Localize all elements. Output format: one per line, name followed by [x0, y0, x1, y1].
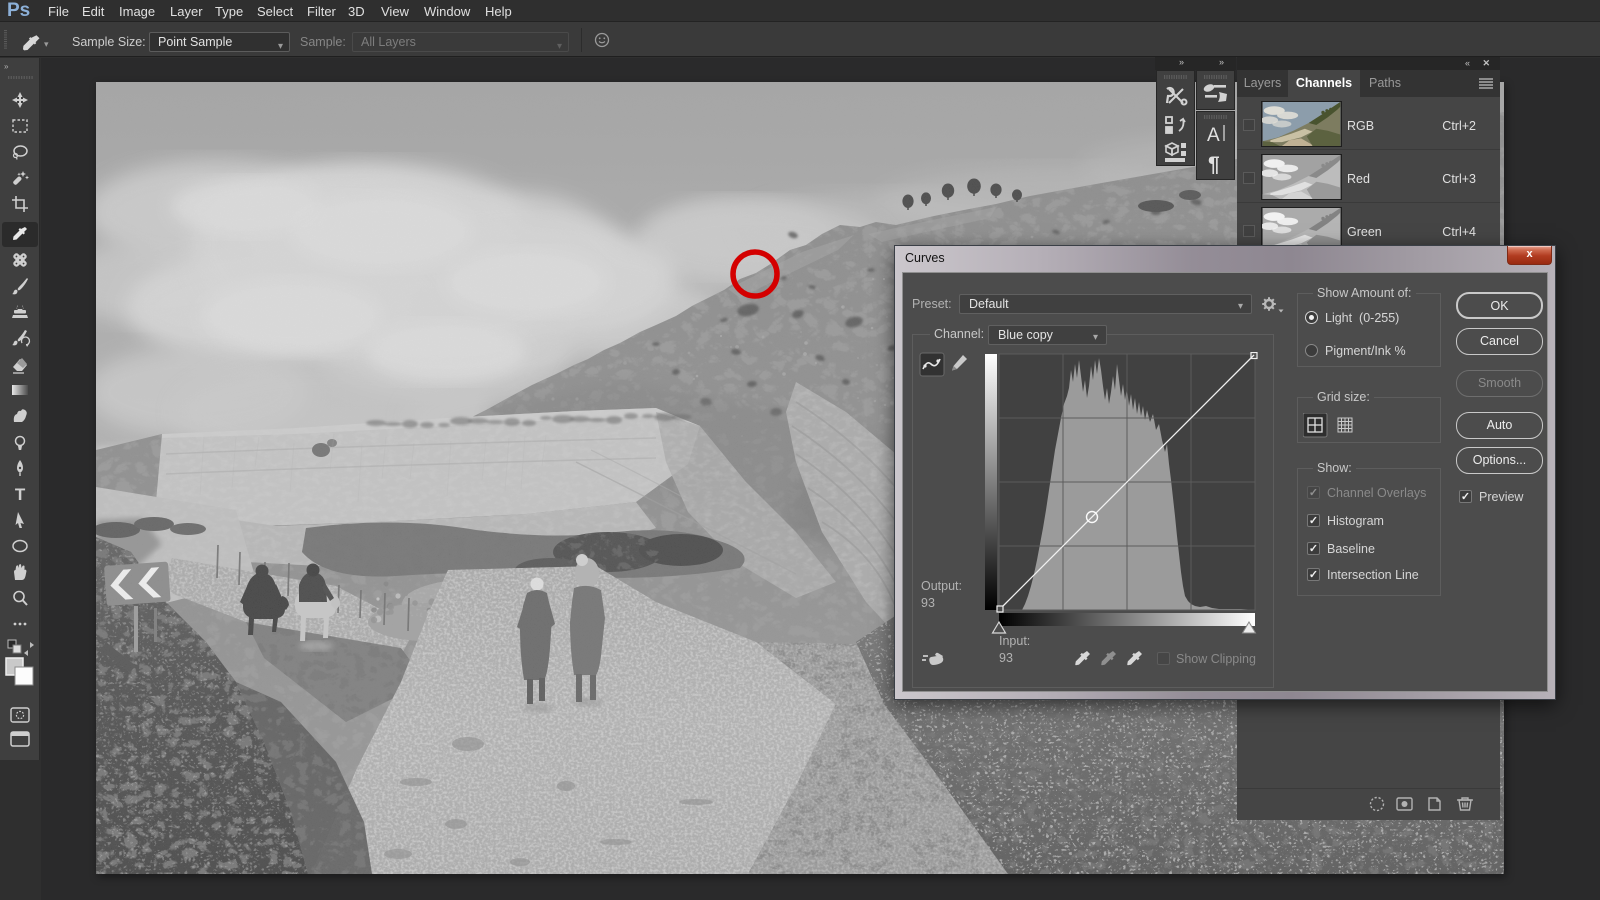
- svg-text:T: T: [15, 485, 26, 504]
- svg-text:¶: ¶: [1208, 153, 1220, 176]
- svg-text:»: »: [4, 62, 9, 71]
- svg-text:A: A: [1207, 125, 1220, 146]
